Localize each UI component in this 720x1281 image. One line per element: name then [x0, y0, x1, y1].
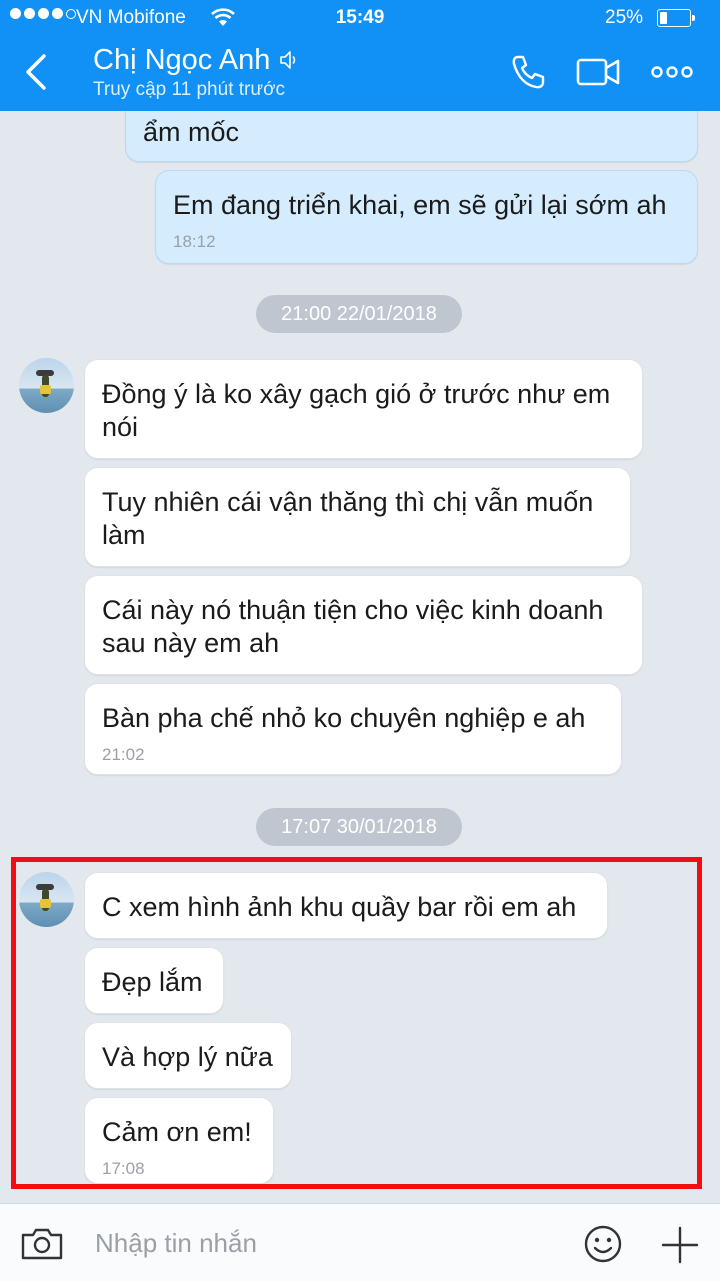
- message-outgoing[interactable]: Em đang triển khai, em sẽ gửi lại sớm ah…: [155, 170, 698, 264]
- date-separator: 21:00 22/01/2018: [256, 295, 462, 333]
- avatar[interactable]: [19, 358, 74, 413]
- date-separator: 17:07 30/01/2018: [256, 808, 462, 846]
- message-text: ẩm mốc: [143, 117, 240, 147]
- phone-icon: [512, 55, 545, 89]
- message-text: Em đang triển khai, em sẽ gửi lại sớm ah: [173, 190, 667, 220]
- contact-title[interactable]: Chị Ngọc Anh Truy cập 11 phút trước: [93, 42, 300, 102]
- status-bar: VN Mobifone 15:49 25%: [0, 0, 720, 36]
- message-incoming[interactable]: Cái này nó thuận tiện cho việc kinh doan…: [84, 575, 643, 675]
- speaker-icon: [278, 49, 300, 76]
- highlight-annotation: [11, 857, 702, 1189]
- video-camera-icon: [576, 58, 620, 86]
- more-dots-icon: [651, 66, 693, 78]
- emoji-button[interactable]: [583, 1224, 623, 1269]
- last-seen-status: Truy cập 11 phút trước: [93, 79, 286, 100]
- battery-icon: [657, 9, 695, 27]
- back-chevron-icon: [26, 54, 46, 90]
- message-incoming[interactable]: Đồng ý là ko xây gạch gió ở trước như em…: [84, 359, 643, 459]
- call-button[interactable]: [508, 52, 548, 97]
- message-text: Cái này nó thuận tiện cho việc kinh doan…: [102, 595, 604, 658]
- message-incoming[interactable]: Bàn pha chế nhỏ ko chuyên nghiệp e ah 21…: [84, 683, 622, 775]
- message-input[interactable]: [93, 1222, 567, 1264]
- add-attachment-button[interactable]: [661, 1226, 699, 1269]
- plus-icon: [661, 1226, 699, 1264]
- back-button[interactable]: [22, 52, 62, 96]
- message-outgoing[interactable]: ẩm mốc: [125, 111, 698, 162]
- message-composer: [0, 1203, 720, 1281]
- message-incoming[interactable]: Tuy nhiên cái vận thăng thì chị vẫn muốn…: [84, 467, 631, 567]
- contact-name: Chị Ngọc Anh: [93, 44, 271, 76]
- message-time: 18:12: [173, 232, 216, 251]
- chat-header: VN Mobifone 15:49 25% Chị Ngọc Anh Truy …: [0, 0, 720, 111]
- message-text: Tuy nhiên cái vận thăng thì chị vẫn muốn…: [102, 487, 594, 550]
- video-call-button[interactable]: [575, 52, 621, 97]
- camera-button[interactable]: [20, 1227, 64, 1266]
- message-text: Đồng ý là ko xây gạch gió ở trước như em…: [102, 379, 611, 442]
- more-options-button[interactable]: [650, 62, 694, 87]
- message-text: Bàn pha chế nhỏ ko chuyên nghiệp e ah: [102, 703, 586, 733]
- emoji-icon: [584, 1225, 622, 1263]
- message-time: 21:02: [102, 745, 145, 764]
- battery-percent: 25%: [605, 7, 644, 28]
- camera-icon: [21, 1228, 63, 1260]
